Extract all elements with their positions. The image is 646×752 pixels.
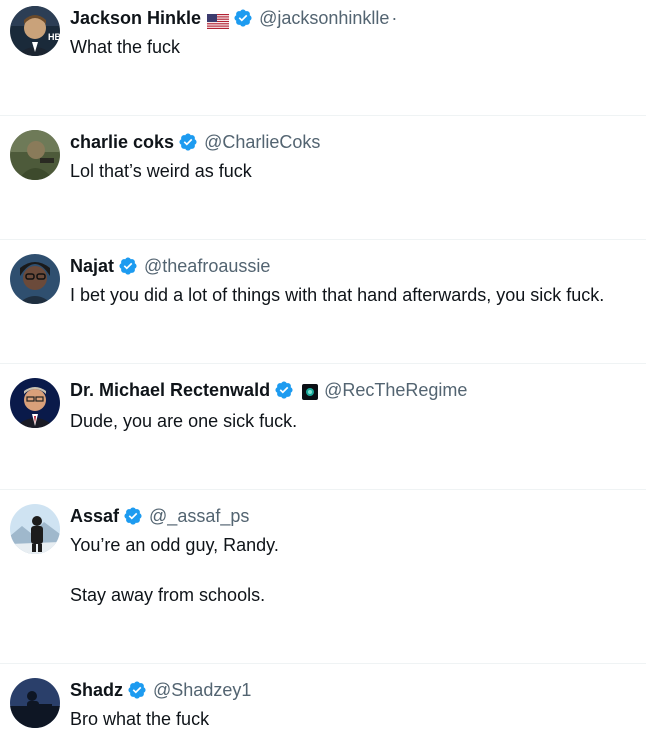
verified-badge-icon — [178, 132, 198, 152]
tweet-text: You’re an odd guy, Randy. Stay away from… — [70, 533, 646, 607]
tweet-header: Assaf @_assaf_ps — [70, 504, 249, 528]
avatar[interactable] — [10, 678, 60, 728]
user-handle[interactable]: @theafroaussie — [144, 254, 270, 278]
tweet-text: Dude, you are one sick fuck. — [70, 411, 298, 431]
user-handle[interactable]: @Shadzey1 — [153, 678, 251, 702]
tweet-text: Lol that’s weird as fuck — [70, 161, 252, 181]
user-handle[interactable]: @RecTheRegime — [324, 378, 467, 402]
tweet[interactable]: Assaf @_assaf_ps You’re an odd guy, Rand… — [0, 498, 646, 664]
verified-badge-icon — [127, 680, 147, 700]
separator-dot: · — [391, 8, 398, 28]
tweet-header: charlie coks @CharlieCoks — [70, 130, 320, 154]
tweet-text: I bet you did a lot of things with that … — [70, 285, 605, 305]
tweet-header: Shadz @Shadzey1 — [70, 678, 251, 702]
tweet-header: Jackson Hinkle @jacksonhinklle · — [70, 6, 397, 30]
us-flag-icon — [207, 11, 230, 29]
tweet[interactable]: HB Jackson Hinkle @jacksonhinklle · What… — [0, 0, 646, 116]
tweet-text-line: You’re an odd guy, Randy. — [70, 535, 279, 555]
display-name[interactable]: Dr. Michael Rectenwald — [70, 378, 270, 402]
display-name[interactable]: Shadz — [70, 678, 123, 702]
reply-feed: HB Jackson Hinkle @jacksonhinklle · What… — [0, 0, 646, 733]
user-handle[interactable]: @CharlieCoks — [204, 130, 320, 154]
user-handle[interactable]: @jacksonhinklle — [259, 6, 389, 30]
display-name[interactable]: charlie coks — [70, 130, 174, 154]
avatar[interactable] — [10, 254, 60, 304]
display-name[interactable]: Jackson Hinkle — [70, 6, 201, 30]
avatar[interactable] — [10, 130, 60, 180]
verified-badge-icon — [274, 380, 294, 400]
verified-badge-icon — [233, 8, 253, 28]
tweet[interactable]: charlie coks @CharlieCoks Lol that’s wei… — [0, 124, 646, 240]
display-name[interactable]: Najat — [70, 254, 114, 278]
tweet-header: Dr. Michael Rectenwald @RecTheRegime — [70, 378, 467, 402]
user-handle[interactable]: @_assaf_ps — [149, 504, 249, 528]
tweet-text: What the fuck — [70, 37, 181, 57]
tweet[interactable]: Shadz @Shadzey1 Bro what the fuck — [0, 672, 646, 752]
avatar[interactable] — [10, 504, 60, 554]
display-name[interactable]: Assaf — [70, 504, 119, 528]
svg-text:HB: HB — [48, 32, 60, 42]
avatar[interactable]: HB — [10, 6, 60, 56]
avatar[interactable] — [10, 378, 60, 428]
tweet[interactable]: Najat @theafroaussie I bet you did a lot… — [0, 248, 646, 364]
tweet[interactable]: Dr. Michael Rectenwald @RecTheRegime Dud… — [0, 372, 646, 490]
tweet-header: Najat @theafroaussie — [70, 254, 270, 278]
verified-badge-icon — [118, 256, 138, 276]
tweet-text: Bro what the fuck — [70, 709, 210, 729]
affiliate-badge-icon[interactable] — [302, 382, 319, 400]
tweet-text-line: Stay away from schools. — [70, 585, 266, 605]
verified-badge-icon — [123, 506, 143, 526]
